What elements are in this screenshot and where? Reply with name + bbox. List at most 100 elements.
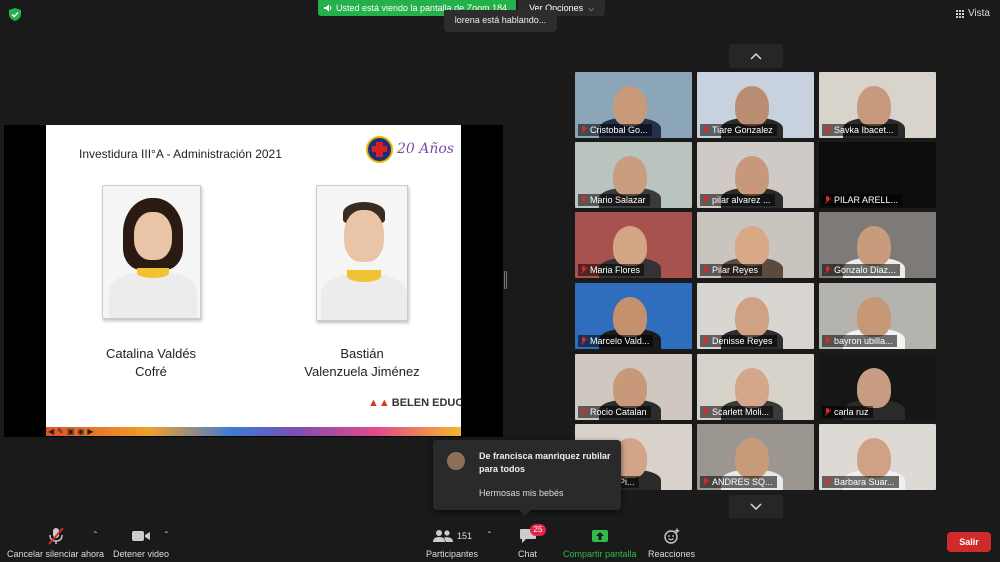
participant-nameplate: ANDRES SQ... — [700, 476, 777, 488]
participant-nameplate: Cristobal Go... — [578, 124, 652, 136]
participant-tile[interactable]: pilar alvarez ... — [697, 142, 814, 208]
view-layout-button[interactable]: Vista — [955, 8, 990, 19]
reactions-button[interactable]: Reacciones — [648, 527, 695, 559]
participant-nameplate: pilar alvarez ... — [700, 194, 775, 206]
muted-mic-icon — [824, 126, 831, 134]
participant-nameplate: Gonzalo Diaz... — [822, 264, 900, 276]
participant-name: Denisse Reyes — [712, 336, 773, 346]
participant-nameplate: bayron ubilla... — [822, 335, 897, 347]
participant-tile[interactable]: ANDRES SQ... — [697, 424, 814, 490]
muted-mic-icon — [824, 196, 831, 204]
student-2-name-line2: Valenzuela Jiménez — [304, 364, 420, 379]
chevron-down-icon: ⌵ — [588, 6, 594, 13]
participant-name: Marcelo Vald... — [590, 336, 650, 346]
participant-name: Mario Salazar — [590, 195, 646, 205]
participant-tile[interactable]: Scarlett Moli... — [697, 354, 814, 420]
stop-video-label: Detener video — [113, 549, 170, 559]
participant-tile[interactable]: PILAR ARELL... — [819, 142, 936, 208]
participant-tile[interactable]: carla ruz — [819, 354, 936, 420]
participants-caret-icon[interactable]: ⌃ — [486, 530, 493, 539]
chat-notification[interactable]: De francisca manriquez rubilar para todo… — [433, 440, 621, 516]
slide-color-bar — [46, 427, 461, 436]
participant-nameplate: PILAR ARELL... — [822, 194, 903, 206]
zoom-icon[interactable]: ◉ — [77, 427, 84, 436]
muted-mic-icon — [702, 196, 709, 204]
school-crest-logo — [366, 136, 393, 163]
muted-mic-icon — [702, 408, 709, 416]
brand-name: BELEN EDUCA — [391, 397, 461, 409]
participant-nameplate: Maria Flores — [578, 264, 645, 276]
participant-nameplate: Savka Ibacet... — [822, 124, 898, 136]
participant-tile[interactable]: Pilar Reyes — [697, 212, 814, 278]
speaker-icon — [324, 4, 332, 12]
unmute-label: Cancelar silenciar ahora — [7, 549, 105, 559]
participant-nameplate: Pilar Reyes — [700, 264, 763, 276]
security-shield-icon[interactable] — [9, 8, 21, 21]
participants-label: Participantes — [426, 549, 479, 559]
participant-tile[interactable]: Gonzalo Diaz... — [819, 212, 936, 278]
slides-icon[interactable]: ▣ — [67, 427, 75, 436]
stop-video-button[interactable]: Detener video — [113, 527, 169, 559]
student-photo-bastian — [316, 185, 408, 321]
participant-nameplate: Barbara Suar... — [822, 476, 899, 488]
participant-tile[interactable]: Maria Flores — [575, 212, 692, 278]
muted-mic-icon — [580, 266, 587, 274]
unmute-button[interactable]: Cancelar silenciar ahora — [7, 527, 104, 559]
student-name-2: Bastián Valenzuela Jiménez — [277, 345, 447, 381]
leave-meeting-button[interactable]: Salir — [947, 532, 991, 552]
share-screen-icon — [591, 527, 609, 545]
chat-message: Hermosas mis bebés — [479, 488, 564, 498]
view-layout-label: Vista — [967, 8, 990, 19]
participant-tile[interactable]: bayron ubilla... — [819, 283, 936, 349]
anniversary-logo: 20 Años — [397, 141, 455, 157]
participant-tile[interactable]: Denisse Reyes — [697, 283, 814, 349]
reactions-label: Reacciones — [648, 549, 696, 559]
participant-tile[interactable]: Barbara Suar... — [819, 424, 936, 490]
participant-tile[interactable]: Savka Ibacet... — [819, 72, 936, 138]
split-view-divider[interactable] — [504, 271, 507, 289]
muted-mic-icon — [580, 408, 587, 416]
participant-face — [857, 86, 891, 126]
next-slide-icon[interactable]: ▶ — [87, 427, 93, 436]
participants-count: 151 — [457, 531, 473, 541]
belen-educa-logo: ▲▲BELEN EDUCA — [368, 397, 461, 409]
prev-slide-icon[interactable]: ◀ — [48, 427, 54, 436]
pen-icon[interactable]: ✎ — [57, 427, 64, 436]
slide-controls: ◀ ✎ ▣ ◉ ▶ — [46, 427, 94, 436]
participant-face — [735, 297, 769, 337]
participant-face — [857, 438, 891, 478]
participant-tile[interactable]: Rocio Catalan — [575, 354, 692, 420]
chevron-down-icon — [750, 503, 762, 511]
participants-button[interactable]: 151 Participantes — [426, 527, 478, 559]
gallery-scroll-up-button[interactable] — [729, 44, 783, 68]
muted-mic-icon — [824, 478, 831, 486]
participant-tile[interactable]: Mario Salazar — [575, 142, 692, 208]
muted-mic-icon — [580, 126, 587, 134]
participant-tile[interactable]: Marcelo Vald... — [575, 283, 692, 349]
participant-name: bayron ubilla... — [834, 336, 893, 346]
muted-mic-icon — [824, 408, 831, 416]
share-screen-button[interactable]: Compartir pantalla — [563, 527, 637, 559]
sender-avatar — [447, 452, 465, 470]
speaking-text: lorena está hablando... — [454, 15, 547, 25]
participant-name: pilar alvarez ... — [712, 195, 771, 205]
muted-mic-icon — [47, 527, 64, 545]
participant-name: Maria Flores — [590, 265, 641, 275]
participant-name: Tiare Gonzalez — [712, 125, 773, 135]
audio-options-caret-icon[interactable]: ⌃ — [92, 530, 99, 539]
participant-nameplate: Scarlett Moli... — [700, 406, 774, 418]
children-logo-icon: ▲▲ — [368, 397, 390, 409]
participant-face — [613, 297, 647, 337]
participant-name: Savka Ibacet... — [834, 125, 894, 135]
participant-face — [735, 368, 769, 408]
participant-face — [735, 438, 769, 478]
video-options-caret-icon[interactable]: ⌃ — [163, 530, 170, 539]
participant-nameplate: Mario Salazar — [578, 194, 650, 206]
gallery-scroll-down-button[interactable] — [729, 495, 783, 519]
muted-mic-icon — [702, 478, 709, 486]
participant-nameplate: Tiare Gonzalez — [700, 124, 777, 136]
participant-tile[interactable]: Tiare Gonzalez — [697, 72, 814, 138]
participant-tile[interactable]: Cristobal Go... — [575, 72, 692, 138]
participant-face — [613, 86, 647, 126]
smiley-plus-icon — [663, 527, 681, 545]
